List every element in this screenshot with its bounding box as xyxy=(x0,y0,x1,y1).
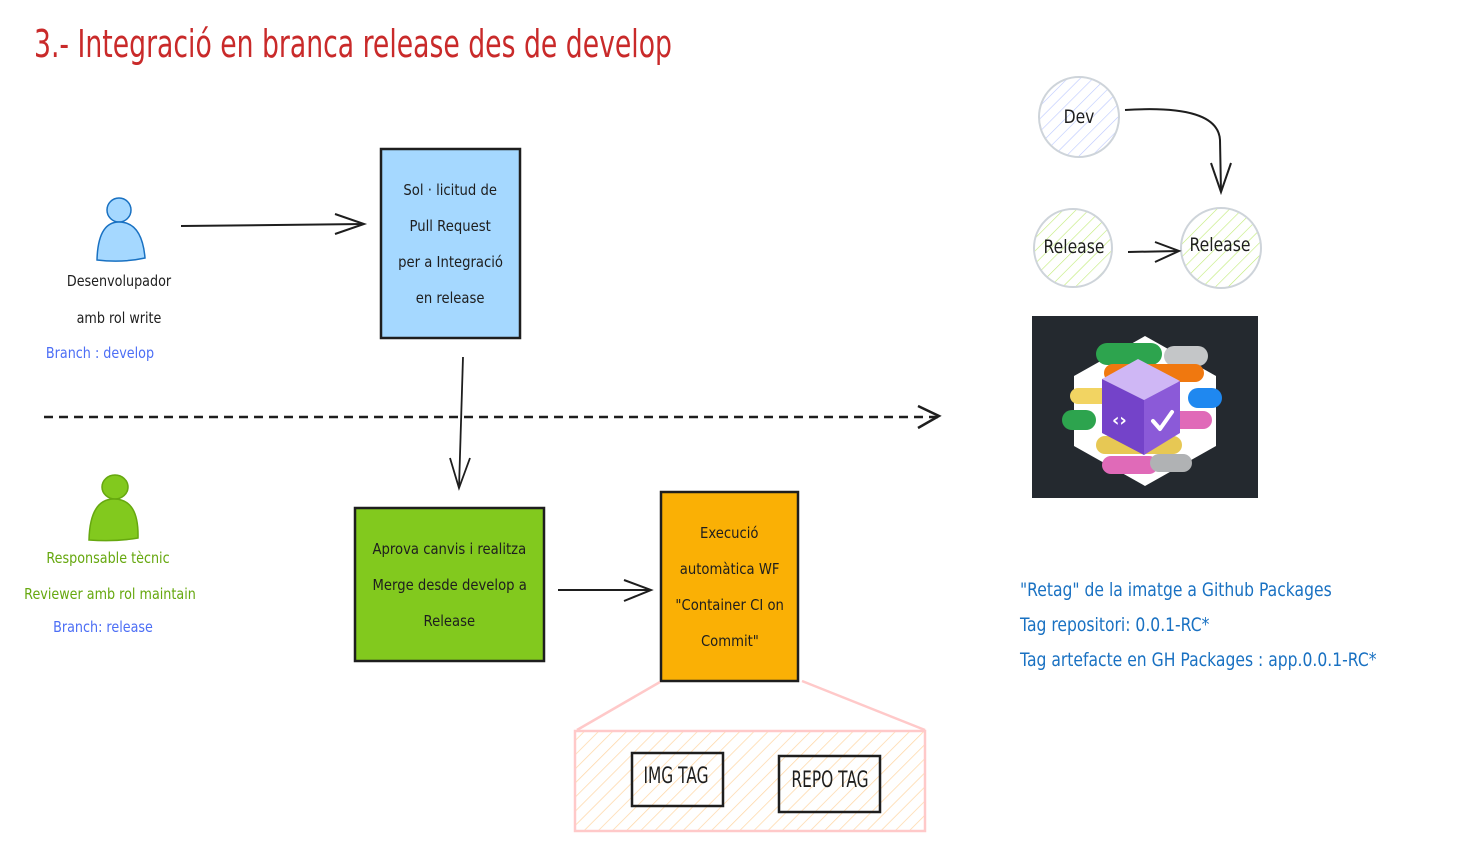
developer-role-label: Desenvolupador xyxy=(66,272,172,290)
pull-request-box-text: Sol · licitud de Pull Request per a Inte… xyxy=(381,149,520,338)
note-retag: "Retag" de la imatge a Github Packages xyxy=(1020,579,1332,601)
dev-node-label: Dev xyxy=(1063,106,1095,128)
tech-lead-permission-label: Reviewer amb rol maintain xyxy=(24,585,196,603)
diagram-canvas: ‹› xyxy=(44,76,1262,833)
workflow-box-text: Execució automàtica WF "Container CI on … xyxy=(661,492,798,681)
approve-merge-line: Aprova canvis i realitza xyxy=(372,539,527,558)
workflow-line: "Container CI on xyxy=(675,595,784,614)
release-node-a-label: Release xyxy=(1043,236,1105,258)
release-node-b-label: Release xyxy=(1189,234,1251,256)
approve-merge-line: Release xyxy=(423,611,476,630)
note-repo-tag: Tag repositori: 0.0.1-RC* xyxy=(1020,614,1210,636)
approve-merge-line: Merge desde develop a xyxy=(372,575,527,594)
developer-branch-label: Branch : develop xyxy=(45,344,155,362)
pull-request-line: Pull Request xyxy=(409,216,492,235)
arrow-pr-to-approve xyxy=(449,356,471,491)
img-tag-label: IMG TAG xyxy=(643,764,709,789)
pull-request-line: per a Integració xyxy=(398,252,503,271)
workflow-line: Commit" xyxy=(700,631,759,650)
dashed-divider-arrow xyxy=(44,404,942,430)
notes-block: "Retag" de la imatge a Github Packages T… xyxy=(1020,573,1376,678)
note-artifact-tag: Tag artefacte en GH Packages : app.0.0.1… xyxy=(1020,649,1377,671)
svg-text:‹›: ‹› xyxy=(1112,410,1127,431)
arrow-approve-to-workflow xyxy=(558,579,654,602)
tech-lead-branch-label: Branch: release xyxy=(53,618,153,636)
repo-tag-label: REPO TAG xyxy=(791,768,869,793)
pull-request-line: Sol · licitud de xyxy=(403,180,498,199)
pull-request-line: en release xyxy=(416,288,485,307)
approve-merge-box-text: Aprova canvis i realitza Merge desde dev… xyxy=(355,508,544,661)
developer-permission-label: amb rol write xyxy=(76,309,162,327)
developer-actor-icon xyxy=(96,197,146,262)
arrow-release-to-release xyxy=(1127,241,1182,263)
zoom-connector-lines xyxy=(576,679,926,732)
tags-container xyxy=(573,729,927,833)
tech-lead-role-label: Responsable tècnic xyxy=(46,549,170,567)
workflow-line: Execució xyxy=(700,523,759,542)
workflow-line: automàtica WF xyxy=(679,559,780,578)
arrow-developer-to-pr xyxy=(180,213,368,235)
tech-lead-actor-icon xyxy=(88,474,139,542)
github-packages-logo: ‹› xyxy=(1032,316,1258,498)
arrow-dev-to-release xyxy=(1124,108,1232,196)
